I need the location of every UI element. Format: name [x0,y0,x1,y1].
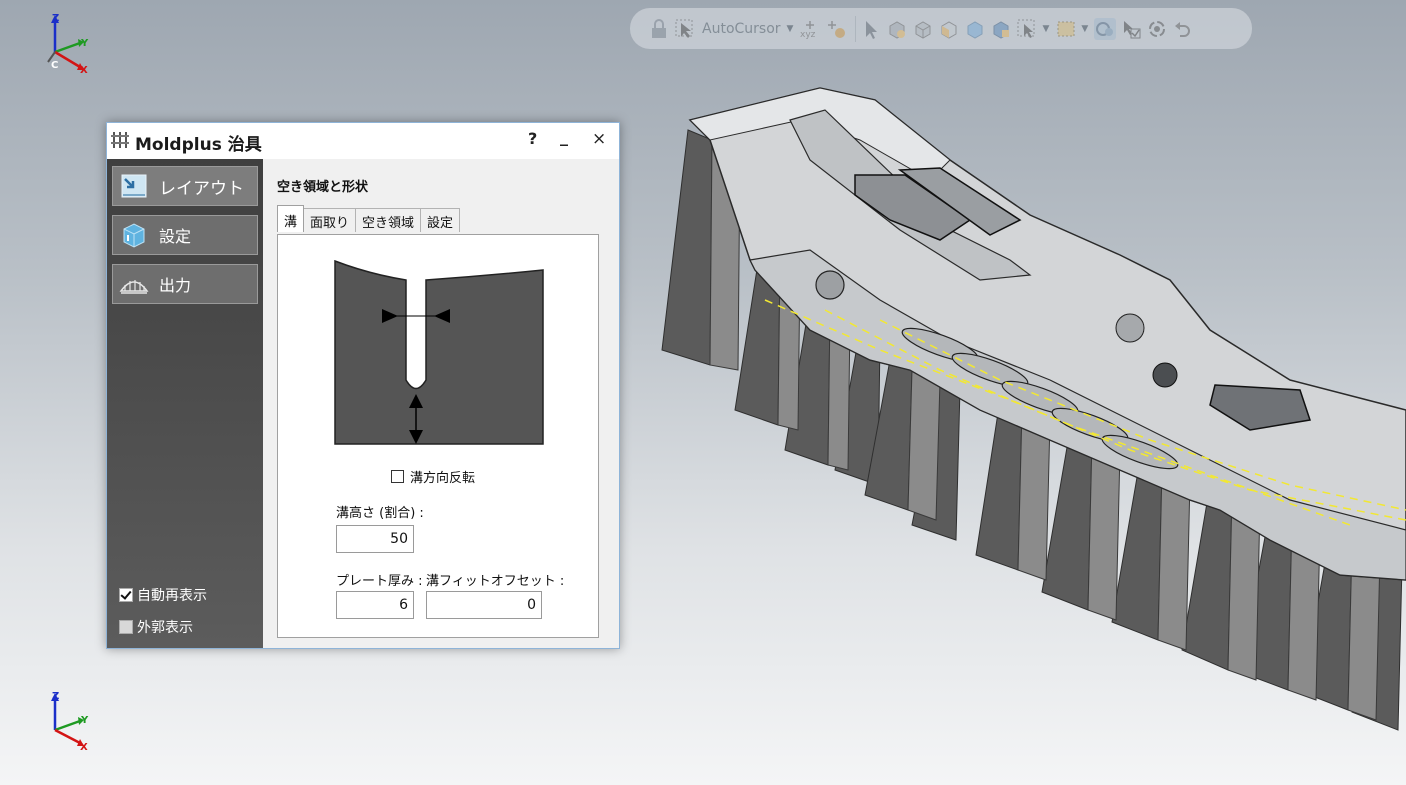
jig-app-icon [111,131,129,149]
dialog-titlebar[interactable]: Moldplus 治具 ? _ × [107,123,619,159]
xyz-snap-icon[interactable]: xyz [799,18,821,40]
select-filter-icon[interactable] [1016,18,1038,40]
tab-free-area[interactable]: 空き領域 [355,208,422,232]
triad-y-label: Y [80,38,89,49]
auto-redisplay-label: 自動再表示 [137,588,207,604]
select-check-icon[interactable] [1120,18,1142,40]
rotate-view-icon[interactable] [1146,18,1168,40]
groove-preview-diagram [334,259,546,450]
tab-bar: 溝 面取り 空き領域 設定 [277,205,461,232]
chevron-down-icon[interactable]: ▼ [1081,24,1088,34]
flip-groove-direction-label: 溝方向反転 [410,471,476,486]
dialog-content: 空き領域と形状 溝 面取り 空き領域 設定 溝方向反転 溝高さ (割合): 5… [263,159,619,648]
selection-box-icon[interactable] [1055,18,1077,40]
nav-output-label: 出力 [159,276,192,295]
checkbox-unchecked[interactable] [391,470,404,483]
tab-groove[interactable]: 溝 [277,205,305,232]
dialog-sidebar: レイアウト 設定 出力 自動再表示 外郭表示 [107,159,263,648]
select-face-icon[interactable] [912,18,934,40]
output-icon [119,269,149,299]
plate-thickness-input[interactable]: 6 [336,591,414,619]
floating-toolbar: AutoCursor ▼ xyz ▼ ▼ [630,8,1252,49]
toolbar-divider [855,15,857,42]
dialog-title: Moldplus 治具 [135,135,262,155]
triad-z-label: Z [52,691,59,702]
svg-text:xyz: xyz [800,30,816,40]
jig-model-viewport[interactable] [650,80,1406,744]
triad-y-label: Y [80,715,89,726]
view-triad-top: Z Y X C [44,10,104,78]
undo-view-icon[interactable] [1172,18,1194,40]
outline-display-label: 外郭表示 [137,620,193,636]
snap-settings-icon[interactable] [825,18,847,40]
layout-icon [119,171,149,201]
auto-redisplay-checkbox[interactable]: 自動再表示 [119,585,207,605]
help-button[interactable]: ? [528,129,537,148]
view-triad-bottom: Z Y X [44,688,104,756]
triad-x-label: X [80,742,88,752]
close-button[interactable]: × [592,129,606,149]
pointer-icon[interactable] [860,18,882,40]
checkbox-unchecked[interactable] [119,620,133,634]
groove-height-label: 溝高さ (割合) : [336,506,424,521]
outline-display-checkbox[interactable]: 外郭表示 [119,617,193,637]
section-title: 空き領域と形状 [277,180,369,195]
flip-groove-direction-checkbox[interactable]: 溝方向反転 [391,467,475,486]
nav-settings-button[interactable]: 設定 [112,215,258,255]
triad-c-label: C [51,60,58,71]
nav-layout-button[interactable]: レイアウト [112,166,258,206]
cursor-select-icon[interactable] [674,18,696,40]
triad-z-label: Z [52,13,59,24]
chevron-down-icon[interactable]: ▼ [1042,24,1049,34]
nav-output-button[interactable]: 出力 [112,264,258,304]
settings-cube-icon [119,220,149,250]
autocursor-label[interactable]: AutoCursor [702,21,781,37]
checkbox-checked[interactable] [119,588,133,602]
groove-tab-panel: 溝方向反転 溝高さ (割合) : 50 プレート厚み : 溝フィットオフセット … [277,234,599,638]
groove-fit-offset-input[interactable]: 0 [426,591,542,619]
nav-layout-label: レイアウト [159,178,244,199]
nav-settings-label: 設定 [159,227,192,246]
select-body-icon[interactable] [886,18,908,40]
groove-height-input[interactable]: 50 [336,525,414,553]
plate-thickness-label: プレート厚み : [336,574,423,589]
select-multi-cube-icon[interactable] [990,18,1012,40]
groove-fit-offset-label: 溝フィットオフセット : [426,574,565,589]
select-solid-icon[interactable] [938,18,960,40]
preselect-highlight-icon[interactable] [1094,17,1117,40]
minimize-button[interactable]: _ [560,127,568,146]
chevron-down-icon[interactable]: ▼ [787,24,794,34]
tab-chamfer[interactable]: 面取り [303,208,357,232]
moldplus-jig-dialog: Moldplus 治具 ? _ × レイアウト 設定 出力 自動再表示 外郭表示… [106,122,620,649]
triad-x-label: X [80,65,88,74]
select-cube-blue-icon[interactable] [964,18,986,40]
tab-settings[interactable]: 設定 [420,208,461,232]
lock-icon[interactable] [648,18,670,40]
